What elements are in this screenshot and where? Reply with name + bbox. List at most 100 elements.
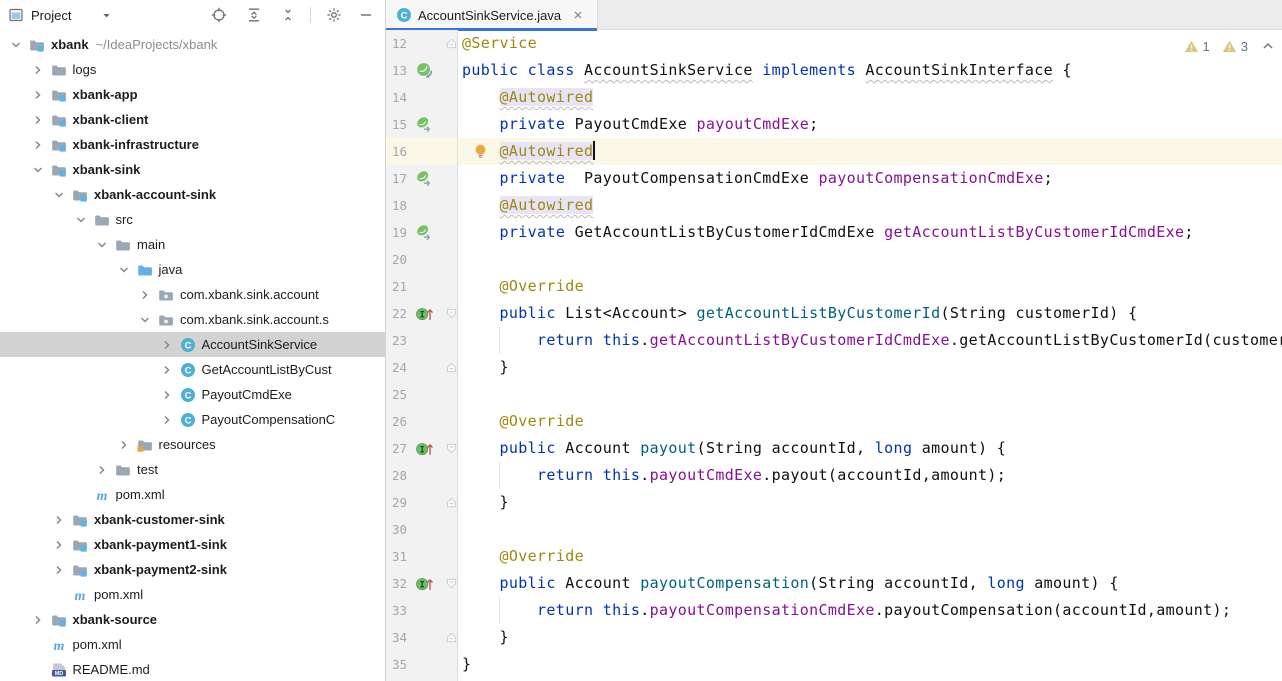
line-number[interactable]: 26 <box>386 408 407 435</box>
tree-item-xbank-app[interactable]: xbank-app <box>0 82 385 107</box>
line-number[interactable]: 27 <box>386 435 407 462</box>
tree-item-payoutcompensationc[interactable]: CPayoutCompensationC <box>0 407 385 432</box>
tree-item-pom-xml[interactable]: mpom.xml <box>0 582 385 607</box>
line-number[interactable]: 15 <box>386 111 407 138</box>
tree-item-pom-xml[interactable]: mpom.xml <box>0 632 385 657</box>
tree-item-payoutcmdexe[interactable]: CPayoutCmdExe <box>0 382 385 407</box>
spring-autowired-icon[interactable] <box>416 116 433 133</box>
chevron-right-icon[interactable] <box>159 362 180 378</box>
spring-autowired-icon[interactable] <box>416 170 433 187</box>
tree-item-getaccountlistbycust[interactable]: CGetAccountListByCust <box>0 357 385 382</box>
chevron-right-icon[interactable] <box>94 462 115 478</box>
line-number[interactable]: 25 <box>386 381 407 408</box>
line-number[interactable]: 34 <box>386 624 407 651</box>
warning-count[interactable]: 3 <box>1222 39 1248 54</box>
markdown-icon: MD <box>51 662 67 678</box>
code-text: public Account payoutCompensation(String… <box>462 570 1119 597</box>
line-number[interactable]: 23 <box>386 327 407 354</box>
chevron-right-icon[interactable] <box>30 137 51 153</box>
line-number[interactable]: 24 <box>386 354 407 381</box>
tree-item-xbank-account-sink[interactable]: xbank-account-sink <box>0 182 385 207</box>
chevron-right-icon[interactable] <box>51 537 72 553</box>
line-number[interactable]: 18 <box>386 192 407 219</box>
chevron-down-icon[interactable] <box>73 212 94 228</box>
chevron-down-icon[interactable] <box>94 237 115 253</box>
ide-window: Project xbank~/IdeaProjects/xbanklogsxba… <box>0 0 1282 681</box>
spring-bean-icon[interactable] <box>416 62 433 79</box>
implements-method-icon[interactable]: I <box>416 440 433 457</box>
line-number[interactable]: 32 <box>386 570 407 597</box>
expand-all-button[interactable] <box>246 7 262 23</box>
tree-item-com-xbank-sink-account[interactable]: com.xbank.sink.account <box>0 282 385 307</box>
chevron-down-icon[interactable] <box>137 312 158 328</box>
line-number[interactable]: 14 <box>386 84 407 111</box>
editor-tab[interactable]: C AccountSinkService.java <box>386 0 598 30</box>
locate-button[interactable] <box>211 7 227 23</box>
tree-item-xbank[interactable]: xbank~/IdeaProjects/xbank <box>0 32 385 57</box>
previous-warning-button[interactable] <box>1260 38 1276 54</box>
implements-method-icon[interactable]: I <box>416 575 433 592</box>
chevron-right-icon[interactable] <box>159 412 180 428</box>
project-view-selector[interactable]: Project <box>31 8 71 23</box>
line-number[interactable]: 22 <box>386 300 407 327</box>
chevron-down-icon[interactable] <box>30 162 51 178</box>
line-number[interactable]: 29 <box>386 489 407 516</box>
warning-count[interactable]: 1 <box>1184 39 1210 54</box>
line-number[interactable]: 16 <box>386 138 407 165</box>
code-editor[interactable]: 12@Service13public class AccountSinkServ… <box>386 30 1282 681</box>
resources-folder-icon <box>137 437 153 453</box>
line-number[interactable]: 12 <box>386 30 407 57</box>
tree-item-xbank-client[interactable]: xbank-client <box>0 107 385 132</box>
tree-item-xbank-infrastructure[interactable]: xbank-infrastructure <box>0 132 385 157</box>
line-number[interactable]: 28 <box>386 462 407 489</box>
tree-item-main[interactable]: main <box>0 232 385 257</box>
line-number[interactable]: 35 <box>386 651 407 678</box>
line-number[interactable]: 31 <box>386 543 407 570</box>
tree-item-accountsinkservice[interactable]: CAccountSinkService <box>0 332 385 357</box>
chevron-right-icon[interactable] <box>30 87 51 103</box>
tree-item-xbank-customer-sink[interactable]: xbank-customer-sink <box>0 507 385 532</box>
chevron-right-icon[interactable] <box>30 112 51 128</box>
chevron-right-icon[interactable] <box>137 287 158 303</box>
tree-item-xbank-sink[interactable]: xbank-sink <box>0 157 385 182</box>
inspections-widget[interactable]: 13 <box>1184 38 1276 54</box>
chevron-right-icon[interactable] <box>30 62 51 78</box>
line-number[interactable]: 13 <box>386 57 407 84</box>
line-number[interactable]: 20 <box>386 246 407 273</box>
code-text: @Autowired <box>462 84 593 111</box>
chevron-right-icon[interactable] <box>30 612 51 628</box>
tree-item-xbank-source[interactable]: xbank-source <box>0 607 385 632</box>
chevron-down-icon[interactable] <box>116 262 137 278</box>
tree-item-java[interactable]: java <box>0 257 385 282</box>
code-line-15: 15 private PayoutCmdExe payoutCmdExe; <box>386 111 1282 138</box>
chevron-right-icon[interactable] <box>51 562 72 578</box>
tree-item-logs[interactable]: logs <box>0 57 385 82</box>
hide-panel-button[interactable] <box>358 7 374 23</box>
spring-autowired-icon[interactable] <box>416 224 433 241</box>
close-icon[interactable] <box>571 8 585 22</box>
tree-item-xbank-payment1-sink[interactable]: xbank-payment1-sink <box>0 532 385 557</box>
code-text: } <box>462 651 471 678</box>
line-number[interactable]: 33 <box>386 597 407 624</box>
collapse-all-button[interactable] <box>280 7 296 23</box>
chevron-down-icon[interactable] <box>8 37 29 53</box>
chevron-down-icon[interactable] <box>51 187 72 203</box>
chevron-right-icon[interactable] <box>159 337 180 353</box>
tree-item-xbank-payment2-sink[interactable]: xbank-payment2-sink <box>0 557 385 582</box>
tree-item-com-xbank-sink-account-s[interactable]: com.xbank.sink.account.s <box>0 307 385 332</box>
tree-item-pom-xml[interactable]: mpom.xml <box>0 482 385 507</box>
chevron-down-icon[interactable] <box>100 9 113 22</box>
line-number[interactable]: 17 <box>386 165 407 192</box>
line-number[interactable]: 21 <box>386 273 407 300</box>
tree-item-readme-md[interactable]: MDREADME.md <box>0 657 385 681</box>
chevron-right-icon[interactable] <box>51 512 72 528</box>
settings-button[interactable] <box>326 7 342 23</box>
line-number[interactable]: 19 <box>386 219 407 246</box>
tree-item-src[interactable]: src <box>0 207 385 232</box>
chevron-right-icon[interactable] <box>159 387 180 403</box>
implements-method-icon[interactable]: I <box>416 305 433 322</box>
chevron-right-icon[interactable] <box>116 437 137 453</box>
tree-item-resources[interactable]: resources <box>0 432 385 457</box>
tree-item-test[interactable]: test <box>0 457 385 482</box>
line-number[interactable]: 30 <box>386 516 407 543</box>
